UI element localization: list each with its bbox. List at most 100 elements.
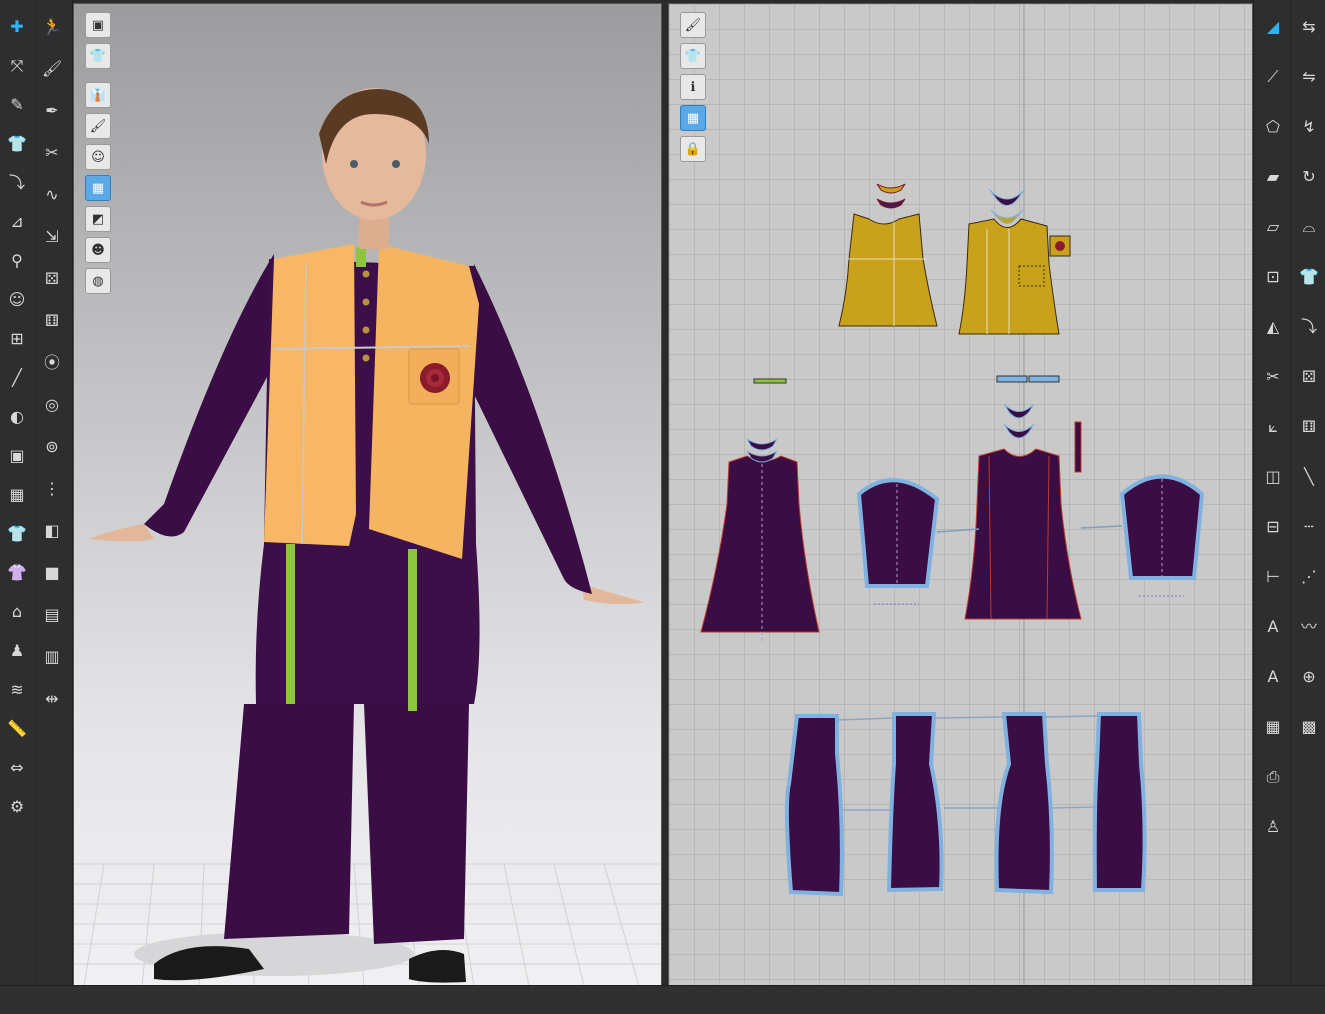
brush-icon[interactable]: 🖌 [680, 12, 706, 38]
dash-sew-icon[interactable]: ┄ [1296, 514, 1322, 540]
iron-icon[interactable]: ⌓ [1296, 214, 1322, 240]
knit-icon[interactable]: ⚄ [39, 266, 65, 292]
left-toolbar: ✚ ⤧ ✎ 👕 ⤵ ⊿ ⚲ ☺ ⊞ ╱ ◐ ▣ ▦ 👕 👚 ⌂ ♟ ≋ 📏 ⇔ ⚙ 🏃 🖌 ✒ ✂ ∿ ⇲ ⚄ ⚅ ⦿ ◎ ⊚ ⋮ ◧ ■ ▤ ▥ ⇹ [0, 0, 73, 985]
zigzag-icon[interactable]: 〰 [1296, 614, 1322, 640]
vest-collar-pieces [876, 183, 1026, 224]
strap-icon[interactable]: ∿ [39, 182, 65, 208]
add-icon[interactable]: ⊕ [1296, 664, 1322, 690]
pattern-canvas [700, 4, 1205, 985]
symmetric-icon[interactable]: ◫ [1260, 464, 1286, 490]
pose-icon[interactable]: 🏃 [39, 14, 65, 40]
texture-icon[interactable]: ▣ [85, 12, 111, 38]
2d-pattern-view[interactable]: 🖌 👕 ℹ ▦ 🔒 [668, 3, 1253, 986]
knit-alt-icon[interactable]: ⚅ [1296, 414, 1322, 440]
fold-arrange-icon[interactable]: ⟀ [1260, 414, 1286, 440]
gift-icon[interactable]: ▩ [1296, 714, 1322, 740]
hanger-icon[interactable]: ⌂ [4, 599, 30, 625]
shirt-fit-icon[interactable]: ⇔ [4, 755, 30, 781]
zipper-icon[interactable]: ⋮ [39, 476, 65, 502]
length-icon[interactable]: ⊢ [1260, 564, 1286, 590]
sleeve-left-piece [856, 478, 940, 605]
brush-icon[interactable]: 🖌 [39, 56, 65, 82]
sphere-icon[interactable]: ◐ [4, 404, 30, 430]
shirt-gear-icon[interactable]: ⚙ [4, 794, 30, 820]
garment-icon[interactable]: 👕 [4, 131, 30, 157]
line-sew-icon[interactable]: ╲ [1296, 464, 1322, 490]
avatar-icon[interactable]: ☺ [4, 287, 30, 313]
tack-icon[interactable]: ⊿ [4, 209, 30, 235]
line-icon[interactable]: ╱ [4, 365, 30, 391]
shirt-view-icon[interactable]: 👔 [85, 82, 111, 108]
kurta-back-piece [700, 455, 820, 644]
knit-icon[interactable]: ⚄ [1296, 364, 1322, 390]
fold-icon[interactable]: ⤵ [4, 170, 30, 196]
shirt-icon[interactable]: 👕 [1296, 264, 1322, 290]
info-icon[interactable]: ℹ [680, 74, 706, 100]
polygon-icon[interactable]: ⬠ [1260, 114, 1286, 140]
box-icon[interactable]: ◩ [85, 206, 111, 232]
create-pattern-icon[interactable]: ◢ [1260, 14, 1286, 40]
fabric-icon[interactable]: ▦ [4, 482, 30, 508]
pants-pieces [784, 712, 1147, 897]
vest-back-piece [838, 213, 938, 327]
3d-viewport[interactable]: ▣ 👕 👔 🖌 ☺ ▦ ◩ ☻ ◍ [73, 3, 662, 987]
shirt-alt-icon[interactable]: 👚 [4, 560, 30, 586]
edit-pattern-icon[interactable]: ✎ [4, 92, 30, 118]
lock-icon[interactable]: 🔒 [680, 136, 706, 162]
buttonhole-icon[interactable]: ⊚ [39, 434, 65, 460]
knit-alt-icon[interactable]: ⚅ [39, 308, 65, 334]
walk-icon[interactable]: ♟ [4, 638, 30, 664]
fabric-icon[interactable]: ▦ [680, 105, 706, 131]
measure-icon[interactable]: ⊞ [4, 326, 30, 352]
globe-icon[interactable]: ◍ [85, 268, 111, 294]
fold-icon[interactable]: ⤵ [1296, 314, 1322, 340]
pen-icon[interactable]: ✒ [39, 98, 65, 124]
shirt-icon[interactable]: 👕 [680, 43, 706, 69]
select-box-icon[interactable]: ▤ [39, 602, 65, 628]
internal-icon[interactable]: ▱ [1260, 214, 1286, 240]
transform-pattern-icon[interactable]: ⤧ [4, 53, 30, 79]
notch-icon[interactable]: ⊟ [1260, 514, 1286, 540]
status-bar [0, 985, 1325, 1014]
fabric-icon[interactable]: ▦ [85, 175, 111, 201]
figure-icon[interactable]: ♙ [1260, 814, 1286, 840]
check-sew-icon[interactable]: ↻ [1296, 164, 1322, 190]
brush-icon[interactable]: 🖌 [85, 113, 111, 139]
segment-sew-icon[interactable]: ⇋ [1296, 64, 1322, 90]
print-icon[interactable]: ⎙ [1260, 764, 1286, 790]
avatar-icon[interactable]: ☺ [85, 144, 111, 170]
ruler-icon[interactable]: 📏 [4, 716, 30, 742]
gradient-icon[interactable]: ▥ [39, 644, 65, 670]
sleeve-right-piece [1119, 474, 1205, 597]
shirt-icon[interactable]: 👕 [4, 521, 30, 547]
stretch-icon[interactable]: ⇲ [39, 224, 65, 250]
scissors-icon[interactable]: ✂ [1260, 364, 1286, 390]
right-toolbar: ◢ ⟋ ⬠ ▰ ▱ ⊡ ◭ ✂ ⟀ ◫ ⊟ ⊢ A A ▦ ⎙ ♙ ⇆ ⇋ ↯ ↻ ⌓ 👕 ⤵ ⚄ ⚅ ╲ ┄ ⋰ 〰 ⊕ ▩ [1253, 0, 1325, 985]
text-icon[interactable]: A [1260, 614, 1286, 640]
rectangle-icon[interactable]: ▰ [1260, 164, 1286, 190]
needle-icon[interactable]: ✂ [39, 140, 65, 166]
cube-icon[interactable]: ◧ [39, 518, 65, 544]
pointer-dot-icon[interactable]: ⦿ [39, 350, 65, 376]
block-icon[interactable]: ■ [39, 560, 65, 586]
sew-icon[interactable]: ⇆ [1296, 14, 1322, 40]
tape-icon[interactable]: ≋ [4, 677, 30, 703]
segment-icon[interactable]: ⟋ [1260, 64, 1286, 90]
grid-icon[interactable]: ▦ [1260, 714, 1286, 740]
dart-icon[interactable]: ◭ [1260, 314, 1286, 340]
shirt-icon[interactable]: 👕 [85, 43, 111, 69]
2d-viewport-toolbar: 🖌 👕 ℹ ▦ 🔒 [680, 12, 706, 167]
select-move-icon[interactable]: ✚ [4, 14, 30, 40]
grade-icon[interactable]: ⊡ [1260, 264, 1286, 290]
avatar-skin-icon[interactable]: ☻ [85, 237, 111, 263]
button-icon[interactable]: ◎ [39, 392, 65, 418]
3d-viewport-toolbar: ▣ 👕 👔 🖌 ☺ ▦ ◩ ☻ ◍ [85, 12, 111, 299]
stitch-icon[interactable]: ⋰ [1296, 564, 1322, 590]
texture-icon[interactable]: ▣ [4, 443, 30, 469]
vest-front-piece [958, 218, 1071, 335]
kurta-front-piece [964, 421, 1082, 620]
arrows-icon[interactable]: ⇹ [39, 686, 65, 712]
pin-icon[interactable]: ⚲ [4, 248, 30, 274]
font-icon[interactable]: A [1260, 664, 1286, 690]
free-sew-icon[interactable]: ↯ [1296, 114, 1322, 140]
